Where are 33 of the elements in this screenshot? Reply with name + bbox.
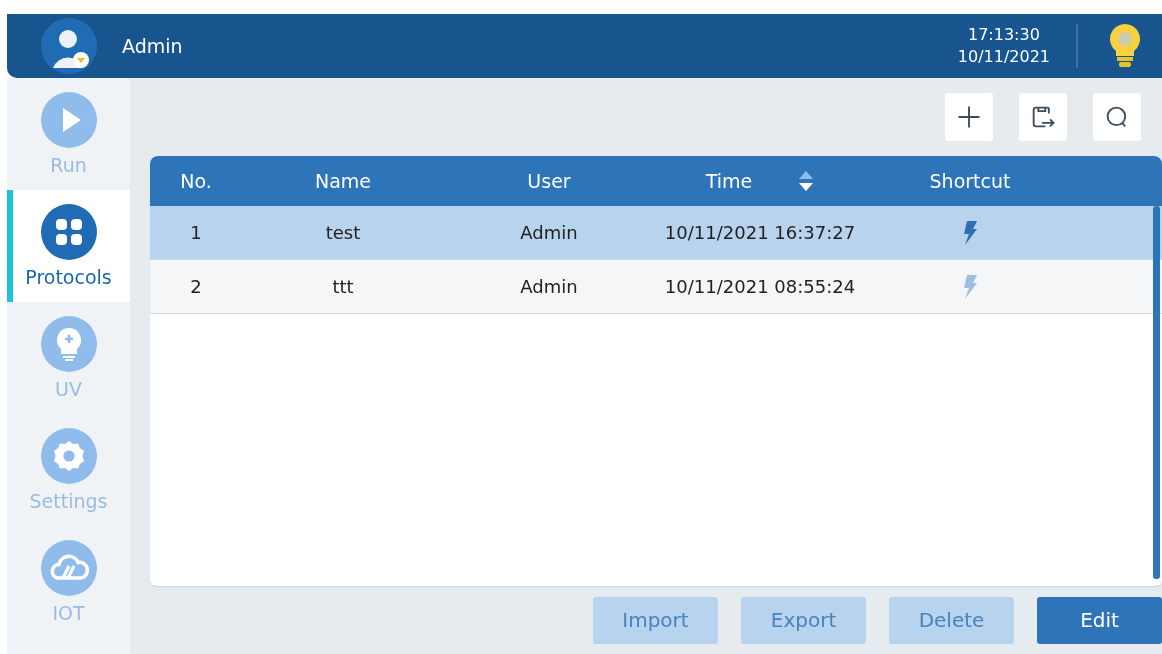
table-row[interactable]: 1 test Admin 10/11/2021 16:37:27 [150,206,1162,260]
gear-icon [40,428,97,484]
table-cell-text: 1 [189,222,203,243]
table-cell-text: 2 [189,276,203,297]
table-cell-text: ttt [331,276,355,297]
table-cell-text: 10/11/2021 08:55:24 [663,276,857,297]
user-name: Admin [122,35,184,57]
column-header[interactable]: Shortcut [929,170,1011,192]
sort-icon[interactable] [798,170,815,192]
cloud-icon [40,540,97,596]
scrollbar[interactable] [1153,206,1160,579]
column-header[interactable]: Name [314,170,372,192]
table-row[interactable]: 2 ttt Admin 10/11/2021 08:55:24 [150,260,1162,314]
table-cell-text: test [324,222,362,243]
search-button[interactable] [1093,93,1141,141]
column-header[interactable]: User [527,170,571,192]
lightning-icon[interactable] [963,220,977,245]
table-cell-text: Admin [519,276,579,297]
export-button[interactable] [1019,93,1067,141]
table-cell-text: Admin [519,222,579,243]
lightbulb-icon[interactable] [1108,22,1142,70]
lightbulb-icon [40,316,97,372]
play-icon [40,92,97,148]
add-button[interactable] [945,93,993,141]
clock-time: 17:13:30 [967,24,1040,46]
column-header[interactable]: Time [705,170,753,192]
action-button[interactable]: Edit [1037,596,1162,644]
sidebar-item[interactable]: Protocols [7,190,130,302]
avatar-icon [41,18,97,74]
clock-date: 10/11/2021 [957,46,1050,68]
table-cell-text: 10/11/2021 16:37:27 [663,222,857,243]
grid-icon [40,204,97,260]
column-header[interactable]: No. [180,170,212,192]
